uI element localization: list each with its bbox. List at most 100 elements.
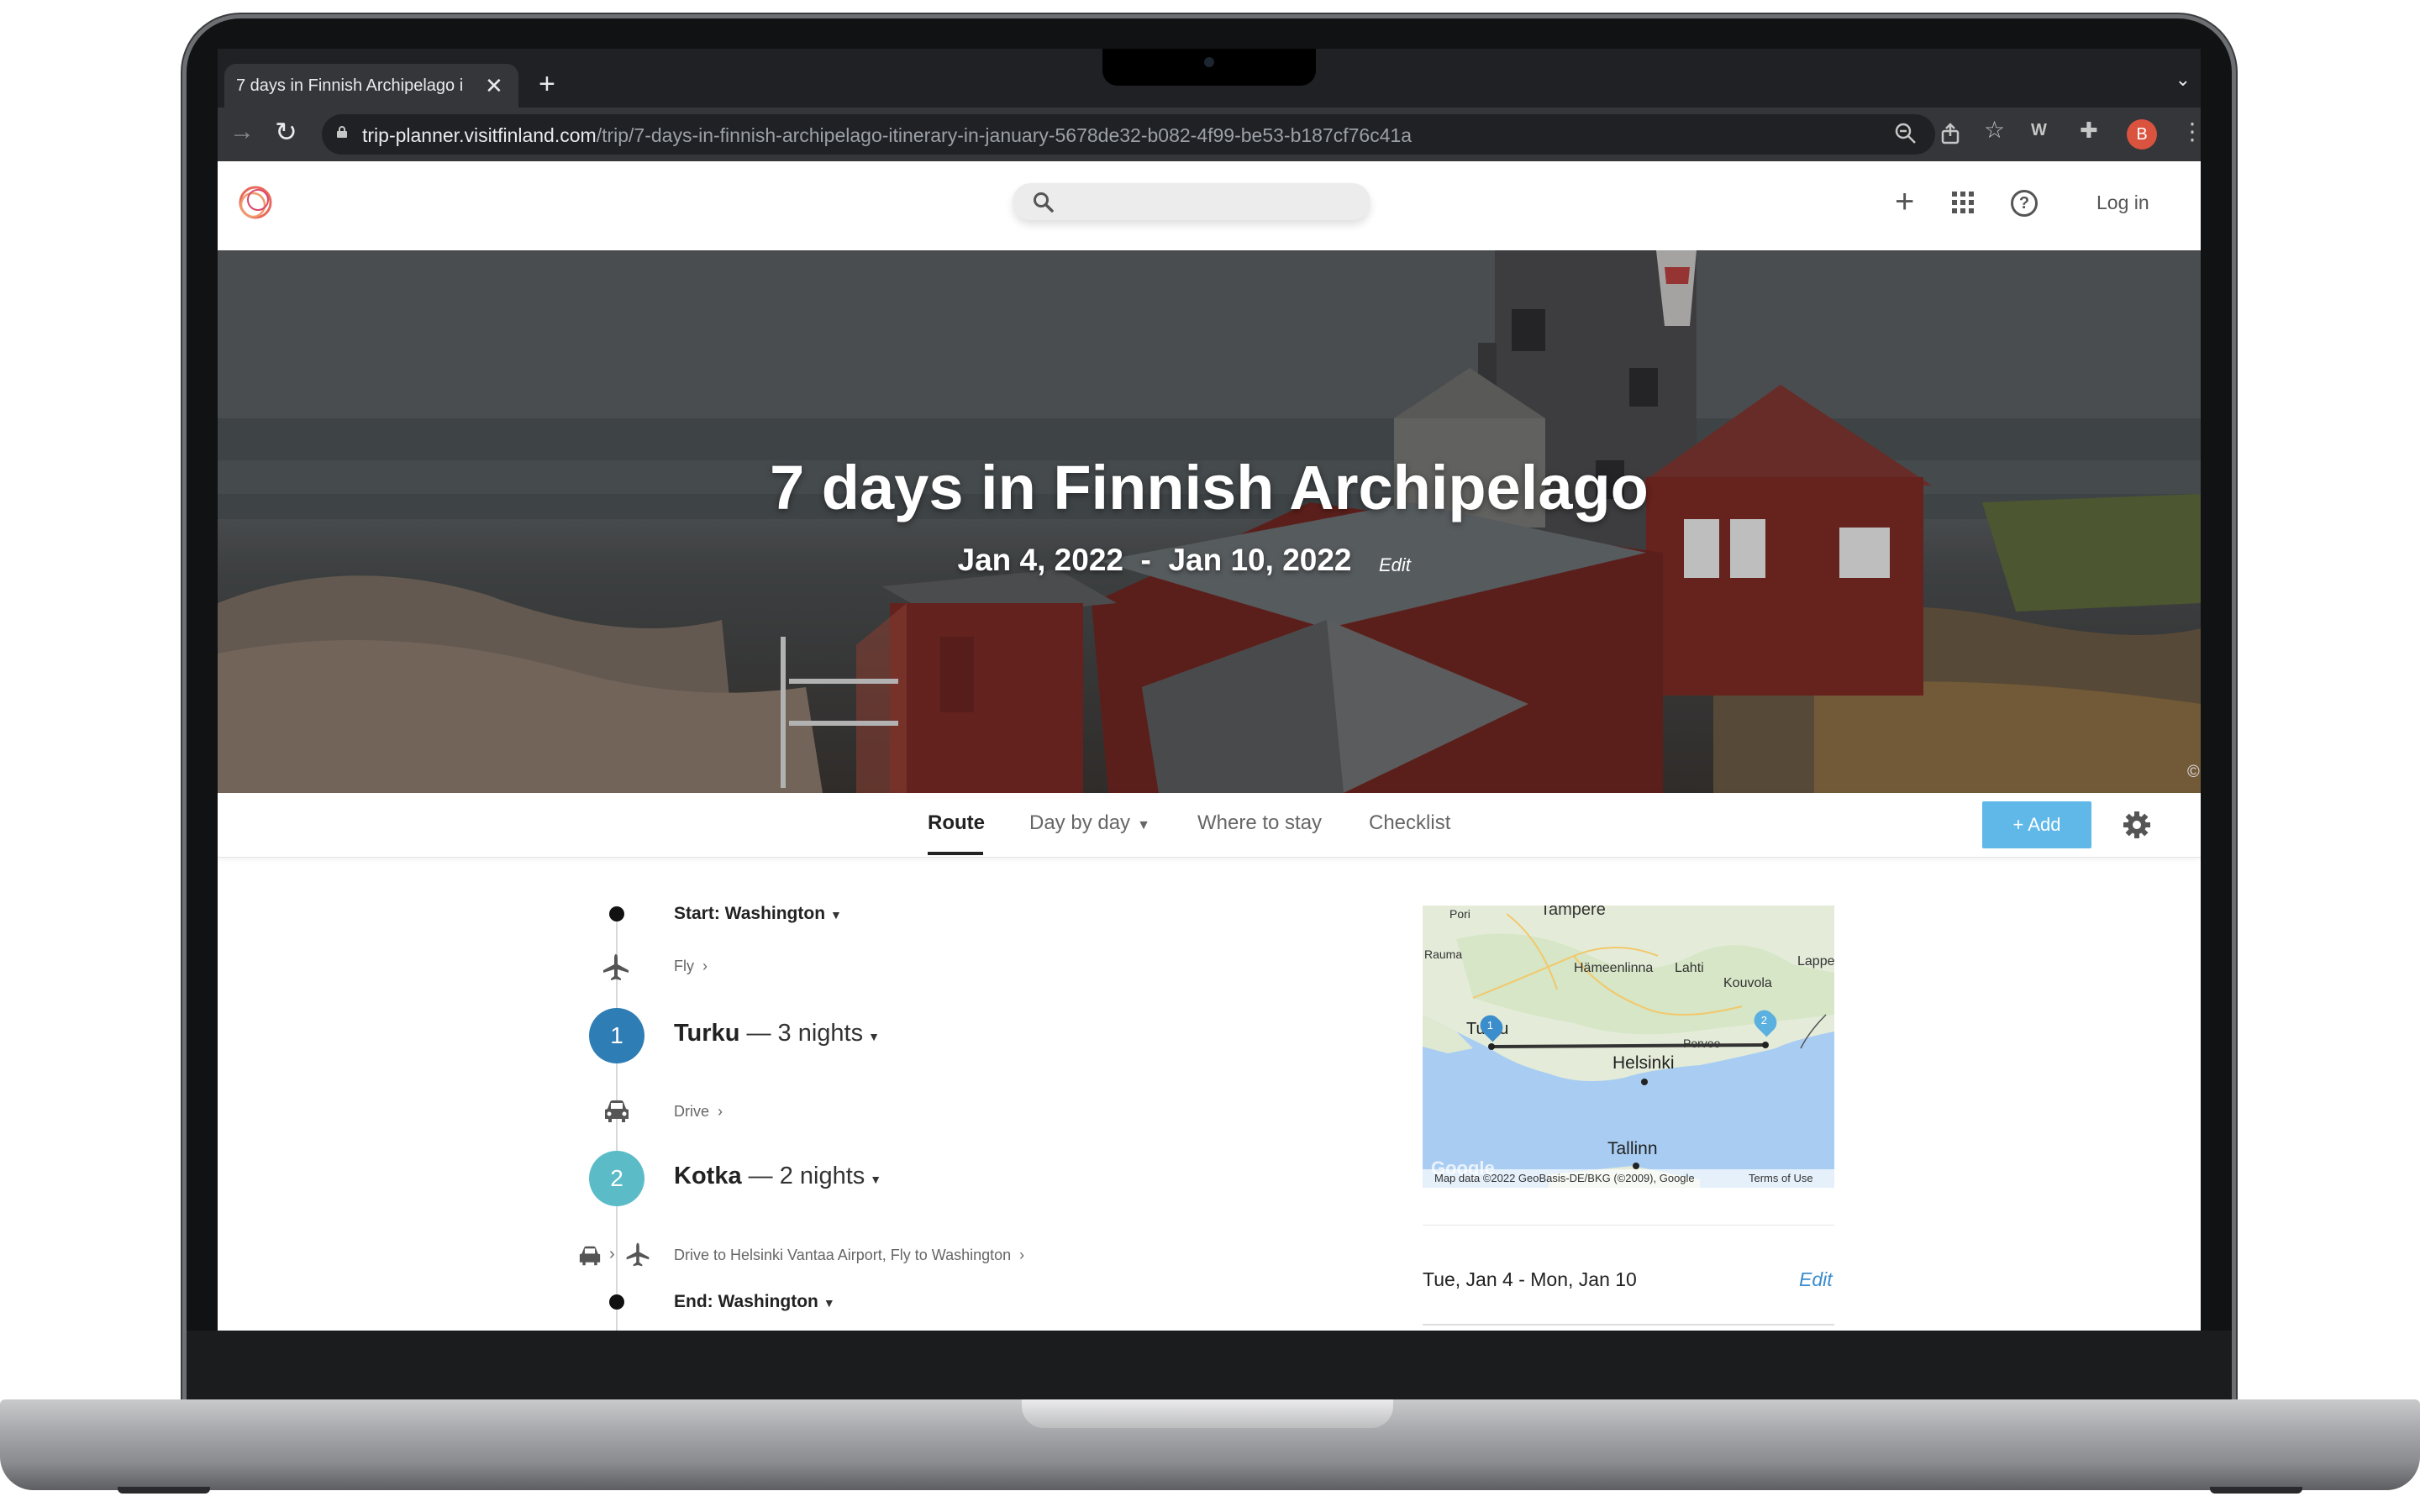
map-label-lahti: Lahti xyxy=(1675,961,1704,975)
laptop-base-notch xyxy=(1022,1399,1393,1428)
tab-search-chevron-icon[interactable]: ⌄ xyxy=(2175,69,2191,91)
airplane-icon xyxy=(626,1242,650,1267)
bookmark-star-icon[interactable]: ☆ xyxy=(1984,116,2005,144)
tab-day-by-day[interactable]: Day by day ▼ xyxy=(1029,811,1150,835)
url-text: trip-planner.visitfinland.com/trip/7-day… xyxy=(362,124,1412,147)
search-input[interactable] xyxy=(1013,183,1370,220)
map-label-kouvola: Kouvola xyxy=(1723,976,1772,990)
map-label-pori: Pori xyxy=(1449,907,1470,921)
trip-sub-nav: Route Day by day ▼ Where to stay Checklis… xyxy=(218,793,2201,858)
add-plus-icon[interactable]: + xyxy=(1895,183,1914,221)
stop-kotka[interactable]: Kotka — 2 nights ▼ xyxy=(674,1163,881,1190)
start-dot xyxy=(609,906,624,921)
map-label-tallinn: Tallinn xyxy=(1607,1139,1658,1158)
tab-route[interactable]: Route xyxy=(928,811,985,835)
chevron-down-icon: ▼ xyxy=(1137,818,1150,832)
map-label-tampere: Tampere xyxy=(1540,906,1606,919)
active-tab-indicator xyxy=(928,852,983,855)
trip-start-date: Jan 4, 2022 xyxy=(957,543,1123,577)
share-icon[interactable] xyxy=(1940,123,1960,144)
map-label-lappe: Lappe xyxy=(1797,954,1834,969)
drive-label: Drive xyxy=(674,1103,710,1120)
address-toolbar: → ↻ trip-planner.visitfinland.com/trip/7… xyxy=(218,108,2201,161)
route-start[interactable]: Start: Washington ▼ xyxy=(674,904,842,924)
caret-down-icon: ▼ xyxy=(870,1173,882,1186)
route-end[interactable]: End: Washington ▼ xyxy=(674,1292,835,1312)
trip-end-date: Jan 10, 2022 xyxy=(1168,543,1352,577)
car-icon xyxy=(605,1100,629,1122)
map-label-rauma: Rauma xyxy=(1424,948,1463,961)
login-link[interactable]: Log in xyxy=(2096,192,2149,214)
route-map[interactable]: Pori Tampere Rauma Hämeenlinna Lahti Kou… xyxy=(1423,906,1834,1188)
tab-title: 7 days in Finnish Archipelago i xyxy=(236,76,464,95)
trip-date-range: Jan 4, 2022 - Jan 10, 2022 xyxy=(218,543,2201,578)
chevron-right-icon: › xyxy=(702,958,708,974)
site-header: + ? Log in xyxy=(218,161,2201,250)
browser-tab[interactable]: 7 days in Finnish Archipelago i ✕ xyxy=(224,64,518,108)
date-separator: - xyxy=(1140,543,1151,577)
stop-marker-2[interactable]: 2 xyxy=(589,1151,644,1206)
route-start-label: Start: Washington xyxy=(674,904,826,923)
fly-segment[interactable]: Fly › xyxy=(674,958,708,975)
tab-close-icon[interactable]: ✕ xyxy=(485,73,503,99)
lock-icon xyxy=(337,126,347,138)
end-dot xyxy=(609,1294,624,1310)
extension-w-icon[interactable]: W xyxy=(2031,121,2047,140)
stop-city-name: Turku xyxy=(674,1020,740,1047)
stop-city-name: Kotka xyxy=(674,1163,742,1189)
tab-where-to-stay[interactable]: Where to stay xyxy=(1197,811,1322,835)
fly-label: Fly xyxy=(674,958,694,974)
apps-grid-icon[interactable] xyxy=(1952,192,1974,213)
tab-checklist[interactable]: Checklist xyxy=(1369,811,1450,835)
forward-arrow-icon[interactable]: → xyxy=(229,118,255,146)
airplane-icon xyxy=(603,954,629,980)
stop-marker-1[interactable]: 1 xyxy=(589,1008,644,1063)
reload-icon[interactable]: ↻ xyxy=(275,116,297,148)
help-icon[interactable]: ? xyxy=(2011,190,2038,217)
visitfinland-logo[interactable] xyxy=(233,180,278,225)
caret-down-icon: ▼ xyxy=(868,1030,880,1043)
screen: 7 days in Finnish Archipelago i ✕ + ⌄ → … xyxy=(218,49,2201,1331)
url-host: trip-planner.visitfinland.com xyxy=(362,124,597,146)
chevron-right-icon: › xyxy=(1019,1247,1025,1263)
laptop-chin xyxy=(187,1331,2232,1403)
chevron-right-icon: › xyxy=(609,1245,615,1263)
route-end-label: End: Washington xyxy=(674,1292,818,1311)
map-terms-link[interactable]: Terms of Use xyxy=(1749,1172,1813,1184)
profile-avatar[interactable]: B xyxy=(2127,119,2157,150)
trip-dates-summary: Tue, Jan 4 - Mon, Jan 10 xyxy=(1423,1268,1637,1290)
map-marker-1-label: 1 xyxy=(1486,1018,1494,1032)
laptop-foot-left xyxy=(118,1487,210,1494)
divider xyxy=(1423,1225,1834,1226)
extensions-puzzle-icon[interactable]: ✚ xyxy=(2080,118,2098,144)
hero-banner: 7 days in Finnish Archipelago Jan 4, 202… xyxy=(218,250,2201,793)
zoom-out-icon[interactable] xyxy=(1895,123,1917,144)
settings-gear-icon[interactable] xyxy=(2122,810,2152,840)
new-tab-button[interactable]: + xyxy=(539,67,555,101)
edit-trip-dates-link[interactable]: Edit xyxy=(1799,1268,1833,1291)
caret-down-icon: ▼ xyxy=(830,908,842,921)
search-icon xyxy=(1034,192,1054,213)
map-attribution: Map data ©2022 GeoBasis-DE/BKG (©2009), … xyxy=(1434,1172,1695,1184)
stop-nights: — 3 nights xyxy=(746,1020,864,1047)
stop-turku[interactable]: Turku — 3 nights ▼ xyxy=(674,1020,880,1047)
stop-nights: — 2 nights xyxy=(748,1163,865,1189)
url-path: /trip/7-days-in-finnish-archipelago-itin… xyxy=(596,124,1413,146)
map-marker-2-label: 2 xyxy=(1760,1013,1768,1026)
drive-segment[interactable]: Drive › xyxy=(674,1103,723,1121)
edit-dates-link[interactable]: Edit xyxy=(1379,554,1411,576)
map-label-helsinki: Helsinki xyxy=(1612,1053,1675,1073)
return-segment[interactable]: Drive to Helsinki Vantaa Airport, Fly to… xyxy=(674,1247,1024,1264)
url-bar[interactable]: trip-planner.visitfinland.com/trip/7-day… xyxy=(322,114,1935,155)
browser-menu-icon[interactable]: ⋮ xyxy=(2181,118,2201,145)
chevron-right-icon: › xyxy=(718,1103,723,1120)
caret-down-icon: ▼ xyxy=(823,1296,835,1310)
return-label: Drive to Helsinki Vantaa Airport, Fly to… xyxy=(674,1247,1012,1263)
map-label-hameenlinna: Hämeenlinna xyxy=(1574,961,1654,975)
trip-title: 7 days in Finnish Archipelago xyxy=(770,453,1649,522)
add-button[interactable]: + Add xyxy=(1982,801,2091,848)
map-label-porvoo: Porvoo xyxy=(1683,1037,1721,1050)
calendar-strip xyxy=(1423,1324,1834,1331)
photo-copyright: © xyxy=(2187,763,2200,781)
tab-day-by-day-label: Day by day xyxy=(1029,811,1131,834)
